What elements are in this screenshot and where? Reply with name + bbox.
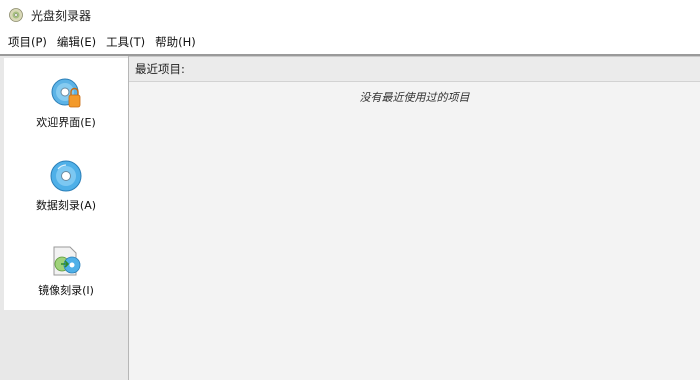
welcome-disc-icon <box>51 78 81 108</box>
sidebar-item-welcome[interactable]: 欢迎界面(E) <box>4 76 128 156</box>
menu-project[interactable]: 项目(P) <box>4 30 51 54</box>
menu-tools[interactable]: 工具(T) <box>102 30 149 54</box>
recent-projects-header: 最近项目: <box>129 56 700 82</box>
recent-projects-empty-text: 没有最近使用过的项目 <box>359 91 470 104</box>
window-title: 光盘刻录器 <box>31 8 92 23</box>
recent-projects-title: 最近项目: <box>135 62 185 76</box>
sidebar-item-label: 镜像刻录(I) <box>38 284 94 297</box>
sidebar-item-data-burn[interactable]: 数据刻录(A) <box>4 159 128 239</box>
sidebar-item-label: 数据刻录(A) <box>35 199 97 212</box>
sidebar: 欢迎界面(E) 数据刻录(A) 镜像刻录(I) <box>0 56 129 380</box>
menu-bar: 项目(P) 编辑(E) 工具(T) 帮助(H) <box>0 30 700 55</box>
menu-edit[interactable]: 编辑(E) <box>53 30 100 54</box>
disc-burner-app-icon <box>9 8 23 22</box>
sidebar-item-image-burn[interactable]: 镜像刻录(I) <box>4 244 128 324</box>
main-content: 最近项目: 没有最近使用过的项目 <box>129 56 700 380</box>
menu-help[interactable]: 帮助(H) <box>151 30 200 54</box>
data-disc-icon <box>50 160 82 192</box>
title-bar: 光盘刻录器 <box>0 0 700 30</box>
image-burn-icon <box>53 246 81 276</box>
sidebar-item-label: 欢迎界面(E) <box>36 116 96 129</box>
